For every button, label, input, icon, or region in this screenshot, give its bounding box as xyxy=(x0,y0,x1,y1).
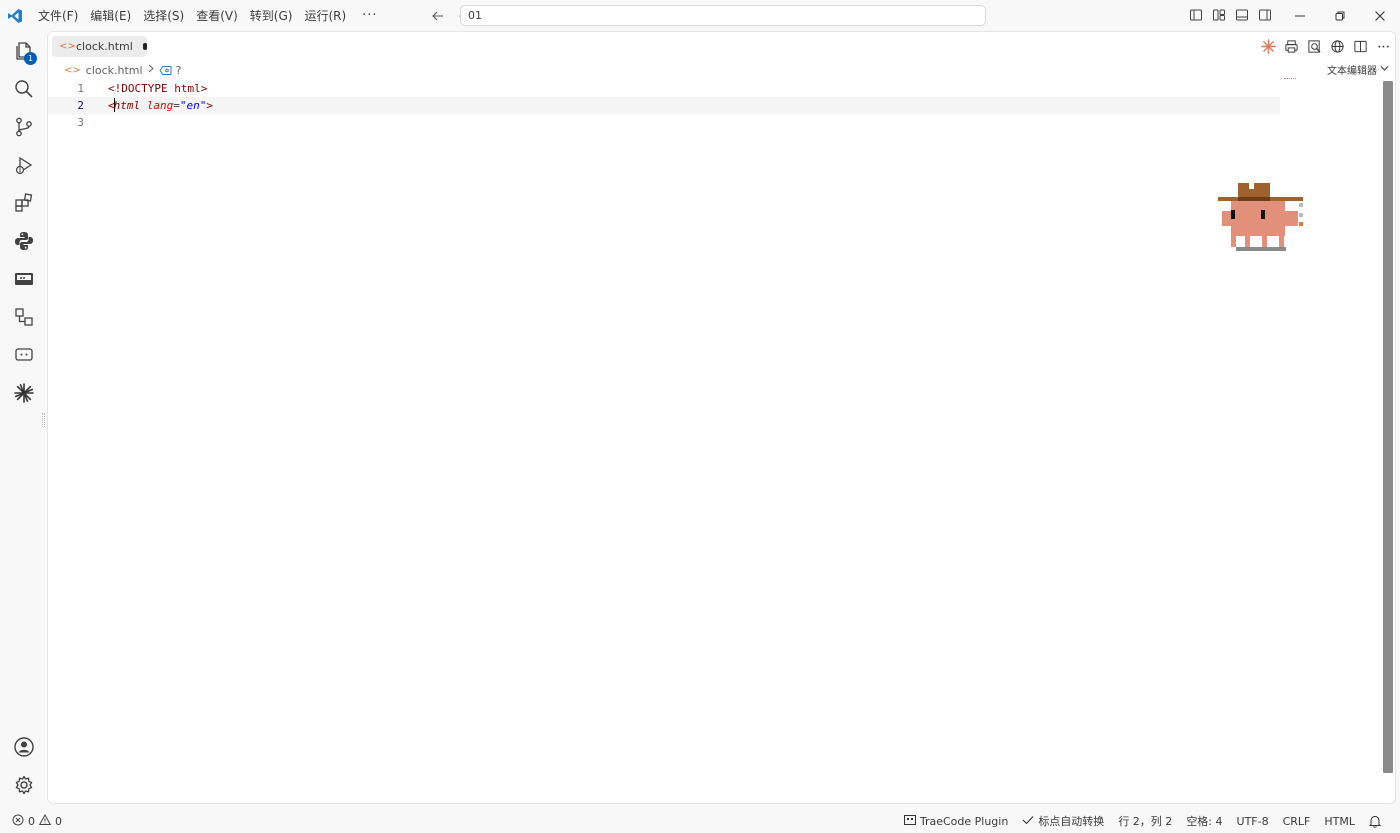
breadcrumb-symbol[interactable]: ? xyxy=(176,64,182,77)
remote-explorer-icon[interactable] xyxy=(4,261,43,297)
toggle-primary-sidebar-icon[interactable] xyxy=(1188,6,1204,24)
source-graph-icon[interactable] xyxy=(4,299,43,335)
explorer-badge: 1 xyxy=(24,52,37,65)
extensions-icon[interactable] xyxy=(4,185,43,221)
unsaved-dot-icon[interactable] xyxy=(142,43,147,50)
html-file-icon: <> xyxy=(64,64,81,76)
account-icon[interactable] xyxy=(4,729,43,765)
explorer-icon[interactable]: 1 xyxy=(4,33,43,69)
menu-selection[interactable]: 选择(S) xyxy=(137,4,190,28)
menu-view[interactable]: 查看(V) xyxy=(190,4,244,28)
code-line-current[interactable]: 2 <html lang="en"> xyxy=(48,97,1280,114)
symbol-tag-icon xyxy=(158,65,172,76)
settings-gear-icon[interactable] xyxy=(4,767,43,803)
error-icon xyxy=(12,814,24,829)
breadcrumb: <> clock.html ? xyxy=(64,61,181,79)
code-line[interactable]: 1 <!DOCTYPE html> xyxy=(48,80,1280,97)
sidebar-sash[interactable] xyxy=(42,413,45,427)
chat-icon[interactable] xyxy=(4,337,43,373)
preview-search-icon[interactable] xyxy=(1306,37,1322,55)
customize-layout-icon[interactable] xyxy=(1211,6,1227,24)
breadcrumb-file[interactable]: clock.html xyxy=(86,64,143,77)
editor-mode-dropdown[interactable]: 文本编辑器 xyxy=(1327,62,1389,77)
menu-go[interactable]: 转到(G) xyxy=(244,4,299,28)
line-number: 2 xyxy=(77,99,84,112)
error-count: 0 xyxy=(28,814,35,828)
problems-indicator[interactable]: 0 0 xyxy=(12,813,62,829)
encoding[interactable]: UTF-8 xyxy=(1230,815,1276,828)
command-center-input[interactable]: 01 xyxy=(460,5,986,26)
line-number: 3 xyxy=(77,116,84,129)
chevron-right-icon xyxy=(147,64,155,76)
source-control-icon[interactable] xyxy=(4,109,43,145)
end-of-line[interactable]: CRLF xyxy=(1276,815,1318,828)
python-icon[interactable] xyxy=(4,223,43,259)
plugin-label: TraeCode Plugin xyxy=(919,814,1009,828)
search-icon[interactable] xyxy=(4,71,43,107)
menu-run[interactable]: 运行(R) xyxy=(298,4,352,28)
tab-label: clock.html xyxy=(76,40,133,53)
code-line[interactable]: 3 xyxy=(48,114,1280,131)
editor-group: <> clock.html <> clock.html ? 文本编辑器 1 <!… xyxy=(47,31,1396,804)
cursor-position[interactable]: 行 2，列 2 xyxy=(1111,813,1179,829)
indentation[interactable]: 空格: 4 xyxy=(1179,813,1229,829)
minimize-icon[interactable] xyxy=(1280,0,1320,31)
menu-file[interactable]: 文件(F) xyxy=(32,4,84,28)
pixel-pet-cowboy-icon[interactable] xyxy=(1217,182,1307,261)
menu-more-button[interactable]: ··· xyxy=(352,4,387,28)
editor-mode-label: 文本编辑器 xyxy=(1327,66,1377,77)
print-icon[interactable] xyxy=(1283,37,1299,55)
run-debug-icon[interactable] xyxy=(4,147,43,183)
tab-clock-html[interactable]: <> clock.html xyxy=(52,36,147,57)
claude-star-icon[interactable] xyxy=(4,375,43,411)
back-arrow-icon[interactable] xyxy=(430,8,446,24)
punctuation-label: 标点自动转换 xyxy=(1038,815,1105,828)
menu-bar: 文件(F) 编辑(E) 选择(S) 查看(V) 转到(G) 运行(R) ··· xyxy=(32,0,388,31)
notifications-bell-icon[interactable] xyxy=(1362,815,1388,828)
open-in-browser-globe-icon[interactable] xyxy=(1329,37,1345,55)
plugin-icon xyxy=(903,814,916,828)
status-bar: 0 0 TraeCode Plugin 标点自动转换 行 2，列 2 空格: 4… xyxy=(0,809,1400,833)
vertical-scrollbar[interactable] xyxy=(1383,81,1393,773)
split-editor-icon[interactable] xyxy=(1352,37,1368,55)
activity-bar: 1 xyxy=(4,31,43,804)
punctuation-convert-status[interactable]: 标点自动转换 xyxy=(1015,813,1111,829)
html-file-icon: <> xyxy=(59,41,76,52)
warning-icon xyxy=(38,813,52,829)
toggle-panel-icon[interactable] xyxy=(1234,6,1250,24)
check-icon xyxy=(1022,815,1034,828)
warning-count: 0 xyxy=(55,814,62,828)
toggle-secondary-sidebar-icon[interactable] xyxy=(1257,6,1273,24)
tab-bar: <> clock.html xyxy=(48,32,1395,60)
chevron-down-icon xyxy=(1380,64,1389,75)
close-window-icon[interactable] xyxy=(1360,0,1400,31)
menu-edit[interactable]: 编辑(E) xyxy=(84,4,137,28)
traecode-plugin-status[interactable]: TraeCode Plugin xyxy=(897,814,1015,828)
line-number: 1 xyxy=(77,82,84,95)
language-mode[interactable]: HTML xyxy=(1317,815,1362,828)
claude-code-icon[interactable] xyxy=(1260,37,1276,55)
minimap-decoration xyxy=(1284,78,1296,80)
more-actions-icon[interactable] xyxy=(1375,37,1391,55)
title-bar: 文件(F) 编辑(E) 选择(S) 查看(V) 转到(G) 运行(R) ··· … xyxy=(0,0,1400,31)
vscode-logo-icon xyxy=(0,0,30,31)
restore-icon[interactable] xyxy=(1320,0,1360,31)
